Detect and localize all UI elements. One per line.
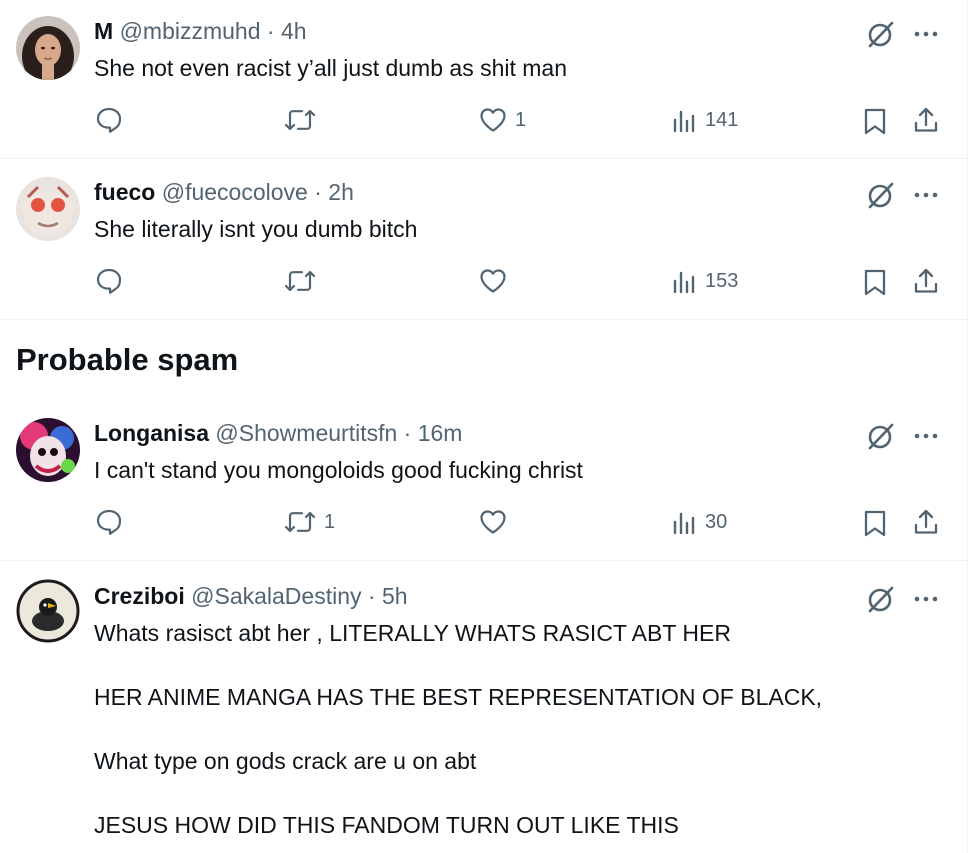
avatar[interactable] <box>16 579 80 643</box>
more-icon[interactable] <box>912 584 940 614</box>
share-icon <box>914 107 938 132</box>
timestamp[interactable]: 4h <box>281 18 307 44</box>
section-title: Probable spam <box>16 342 239 377</box>
like-count: 1 <box>515 108 527 131</box>
views-button[interactable]: 141 <box>671 107 738 133</box>
share-button[interactable] <box>912 106 940 134</box>
bookmark-button[interactable] <box>862 268 888 296</box>
author-name[interactable]: fueco <box>94 179 155 205</box>
share-icon <box>914 509 938 534</box>
reply-button[interactable] <box>95 267 131 295</box>
reply-button[interactable] <box>95 508 131 536</box>
separator: · <box>403 420 412 446</box>
timestamp[interactable]: 16m <box>418 420 463 446</box>
reply-icon <box>96 509 122 535</box>
views-icon <box>673 512 695 535</box>
retweet-count: 1 <box>324 510 336 533</box>
avatar[interactable] <box>16 177 80 241</box>
tweet-text: I can't stand you mongoloids good fuckin… <box>94 457 583 483</box>
separator: · <box>266 18 275 44</box>
timestamp[interactable]: 5h <box>382 583 408 609</box>
retweet-button[interactable] <box>284 268 324 294</box>
share-button[interactable] <box>912 508 940 536</box>
author-name[interactable]: Longanisa <box>94 420 209 446</box>
views-count: 141 <box>705 108 739 131</box>
tweet-text: She not even racist y’all just dumb as s… <box>94 55 568 81</box>
author-name[interactable]: Creziboi <box>94 583 185 609</box>
views-icon <box>673 271 695 294</box>
bookmark-icon <box>864 510 886 537</box>
timeline-border <box>967 0 968 853</box>
tweet[interactable]: Longanisa @Showmeurtitsfn · 16m I can't … <box>0 400 967 561</box>
like-button[interactable] <box>479 268 515 294</box>
like-button[interactable]: 1 <box>479 107 526 133</box>
author-handle[interactable]: @Showmeurtitsfn <box>215 420 397 446</box>
tweet-text: She literally isnt you dumb bitch <box>94 216 418 242</box>
tweet-header: M @mbizzmuhd · 4h <box>94 17 307 45</box>
retweet-button[interactable] <box>284 107 324 133</box>
author-handle[interactable]: @fuecocolove <box>162 179 308 205</box>
avatar[interactable] <box>16 16 80 80</box>
heart-icon <box>480 510 506 534</box>
views-count: 153 <box>705 269 739 292</box>
grok-icon[interactable] <box>866 180 896 210</box>
more-icon[interactable] <box>912 421 940 451</box>
tweet[interactable]: M @mbizzmuhd · 4h She not even racist y’… <box>0 0 967 159</box>
share-button[interactable] <box>912 267 940 295</box>
grok-icon[interactable] <box>866 19 896 49</box>
author-name[interactable]: M <box>94 18 113 44</box>
heart-icon <box>480 269 506 293</box>
reply-button[interactable] <box>95 106 131 134</box>
more-icon[interactable] <box>912 180 940 210</box>
author-handle[interactable]: @SakalaDestiny <box>191 583 361 609</box>
views-icon <box>673 110 695 133</box>
tweet-header: Creziboi @SakalaDestiny · 5h <box>94 582 408 610</box>
bookmark-icon <box>864 269 886 296</box>
grok-icon[interactable] <box>866 421 896 451</box>
avatar[interactable] <box>16 418 80 482</box>
tweet[interactable]: Creziboi @SakalaDestiny · 5h Whats rasis… <box>0 561 967 853</box>
author-handle[interactable]: @mbizzmuhd <box>120 18 261 44</box>
views-count: 30 <box>705 510 728 533</box>
tweet-text: Whats rasisct abt her , LITERALLY WHATS … <box>94 620 823 838</box>
heart-icon <box>480 108 506 132</box>
bookmark-button[interactable] <box>862 107 888 135</box>
views-button[interactable]: 153 <box>671 268 738 294</box>
grok-icon[interactable] <box>866 584 896 614</box>
retweet-icon <box>284 511 316 533</box>
bookmark-button[interactable] <box>862 509 888 537</box>
separator: · <box>367 583 376 609</box>
reply-icon <box>96 107 122 133</box>
retweet-icon <box>284 109 316 131</box>
tweet-header: Longanisa @Showmeurtitsfn · 16m <box>94 419 462 447</box>
reply-icon <box>96 268 122 294</box>
retweet-icon <box>284 270 316 292</box>
separator: · <box>314 179 322 205</box>
timestamp[interactable]: 2h <box>328 179 354 205</box>
retweet-button[interactable]: 1 <box>284 509 335 535</box>
views-button[interactable]: 30 <box>671 509 727 535</box>
tweet[interactable]: fueco @fuecocolove · 2h She literally is… <box>0 159 967 320</box>
tweet-header: fueco @fuecocolove · 2h <box>94 178 354 206</box>
bookmark-icon <box>864 108 886 135</box>
more-icon[interactable] <box>912 19 940 49</box>
share-icon <box>914 268 938 293</box>
like-button[interactable] <box>479 509 515 535</box>
